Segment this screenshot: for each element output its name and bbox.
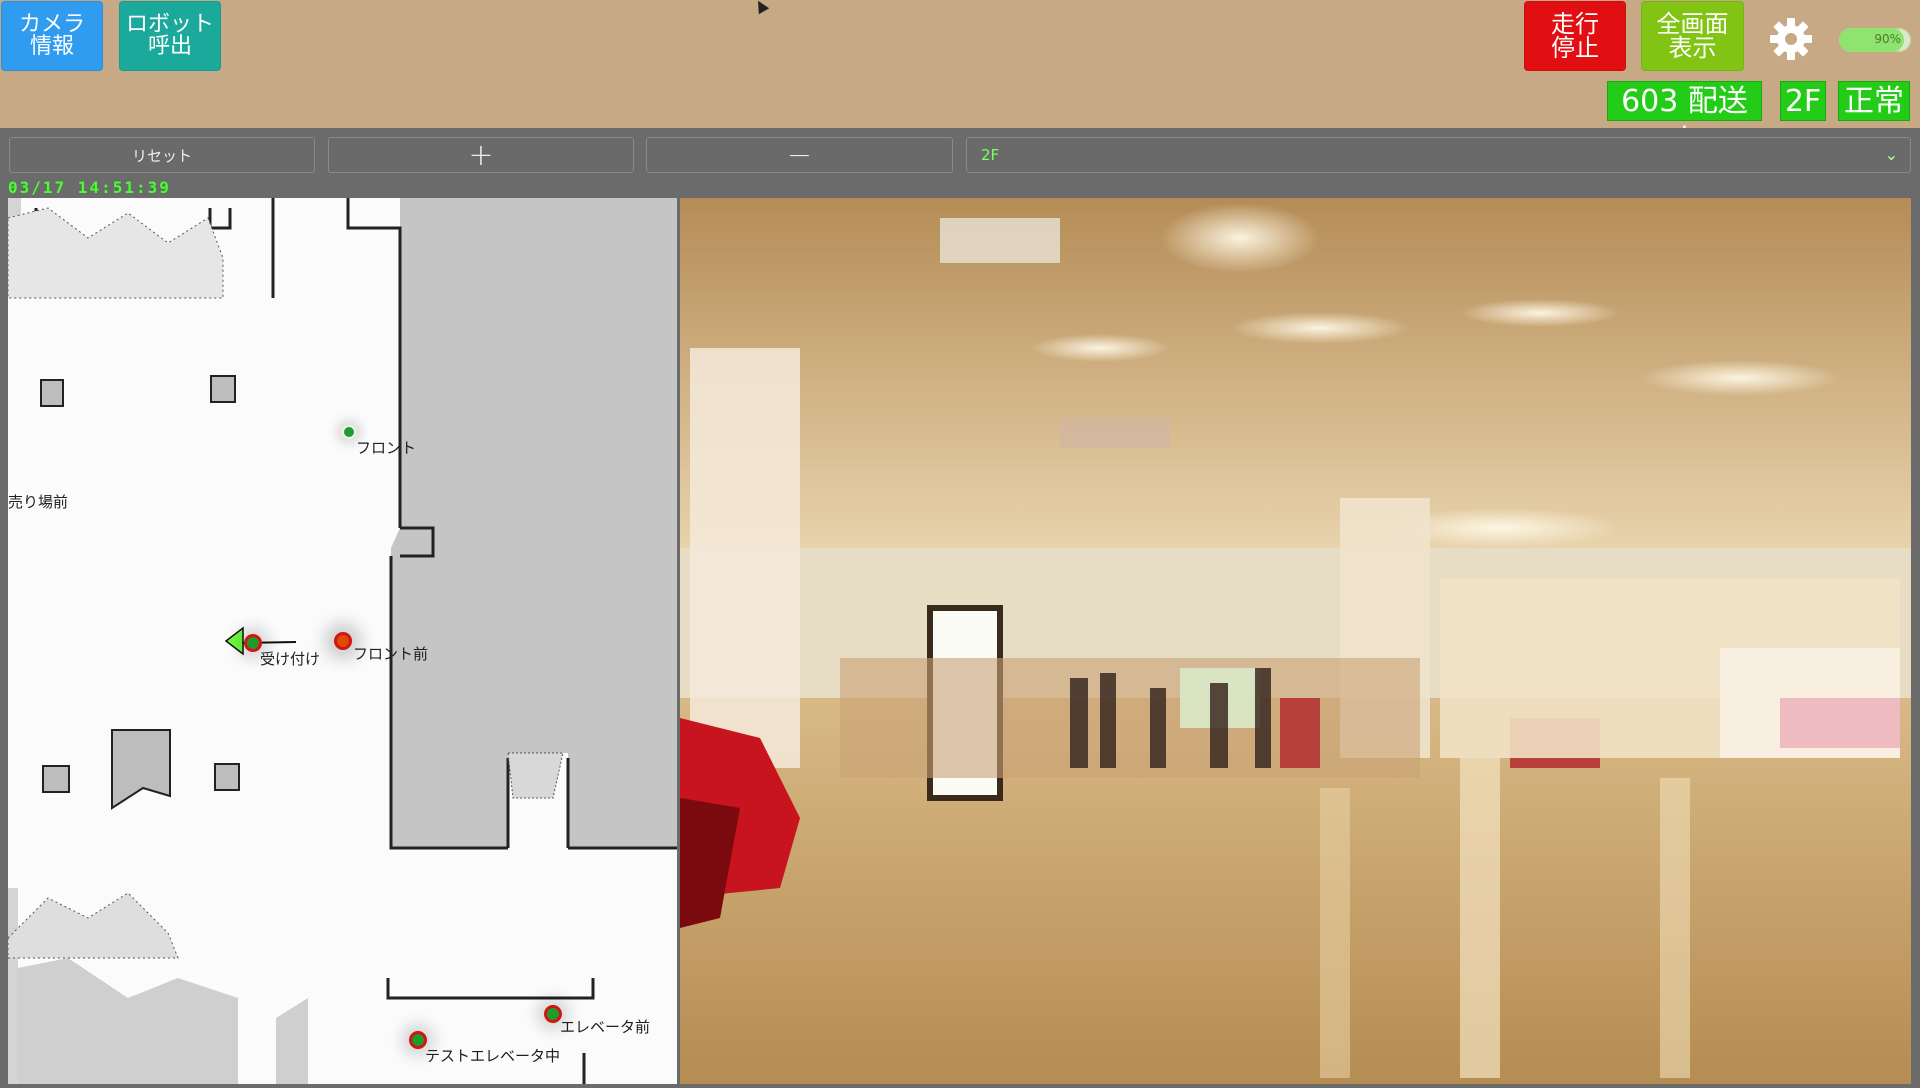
zoom-in-button[interactable]: + xyxy=(328,137,634,173)
waypoint-front[interactable] xyxy=(342,425,356,439)
robot-state-badge: 正常 xyxy=(1838,81,1910,121)
stop-driving-button[interactable]: 走行 停止 xyxy=(1524,1,1626,71)
map-label-sales-front: 売り場前 xyxy=(8,493,69,511)
floor-map[interactable]: フロント 売り場前 受け付け フロント前 エレベータ前 テストエレベータ中 xyxy=(8,198,677,1084)
floor-select[interactable]: 2F ⌄ xyxy=(966,137,1911,173)
camera-image xyxy=(680,198,1911,1084)
chevron-down-icon: ⌄ xyxy=(1884,145,1898,164)
map-reset-button[interactable]: リセット xyxy=(9,137,315,173)
floor-select-value: 2F xyxy=(981,146,1000,164)
zoom-out-button[interactable]: − xyxy=(646,137,953,173)
camera-feed xyxy=(680,198,1911,1084)
waypoint-front-mae[interactable] xyxy=(334,632,352,650)
map-label-front: フロント xyxy=(356,439,417,457)
camera-info-button[interactable]: カメラ 情報 xyxy=(1,1,103,71)
timestamp: 03/17 14:51:39 xyxy=(8,178,171,197)
map-label-test-elevator: テストエレベータ中 xyxy=(425,1047,561,1065)
gear-icon[interactable] xyxy=(1768,16,1814,62)
battery-percent: 90% xyxy=(1874,32,1901,46)
map-label-front-mae: フロント前 xyxy=(353,645,429,663)
task-status-badge: 603 配送中 xyxy=(1607,81,1762,159)
floor-badge: 2F xyxy=(1780,81,1826,121)
battery-indicator: 90% xyxy=(1839,28,1911,52)
fullscreen-button[interactable]: 全画面 表示 xyxy=(1641,1,1744,71)
robot-call-button[interactable]: ロボット 呼出 xyxy=(119,1,221,71)
map-label-reception: 受け付け xyxy=(260,650,321,668)
map-label-elevator-front: エレベータ前 xyxy=(560,1018,651,1036)
